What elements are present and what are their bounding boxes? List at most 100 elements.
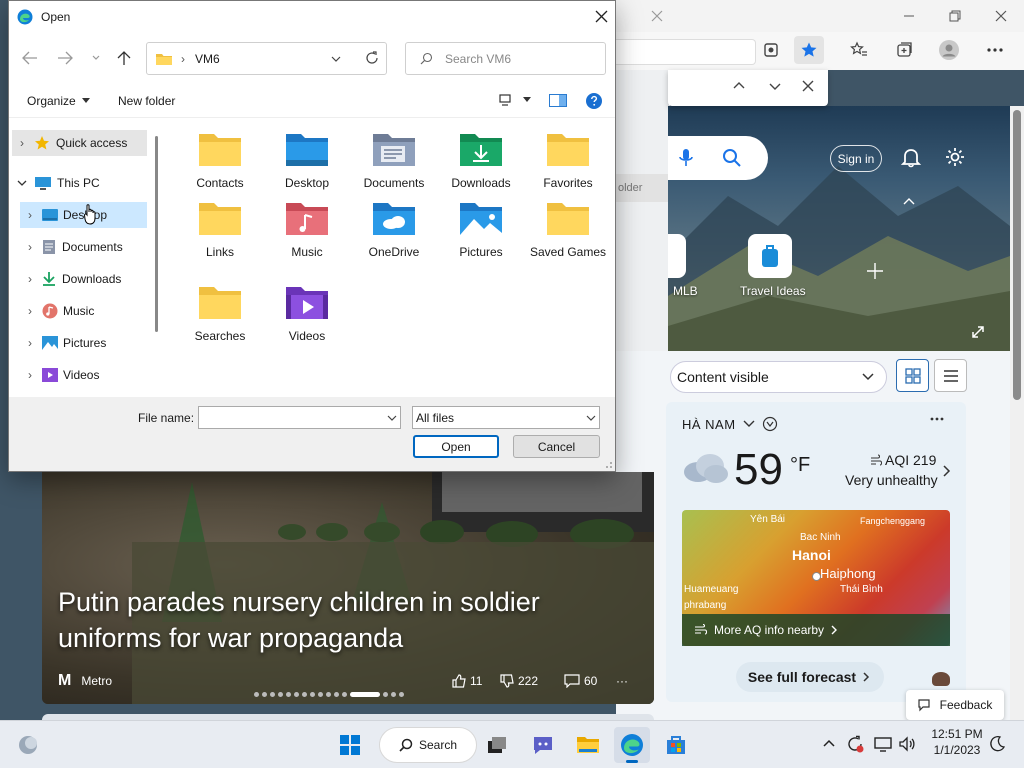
- restore-button[interactable]: [932, 0, 978, 32]
- address-dropdown-icon[interactable]: [331, 55, 341, 63]
- file-item-contacts[interactable]: Contacts: [181, 130, 259, 190]
- forward-arrow-icon[interactable]: [57, 51, 73, 65]
- extension-icon[interactable]: [756, 36, 786, 64]
- page-scrollbar-thumb[interactable]: [1013, 110, 1021, 400]
- file-name-input[interactable]: [198, 406, 401, 429]
- folder-search-input[interactable]: Search VM6: [405, 42, 606, 75]
- file-item-favorites[interactable]: Favorites: [529, 130, 607, 190]
- carousel-dot[interactable]: [262, 692, 267, 697]
- comments-button[interactable]: 60: [564, 674, 597, 688]
- search-icon[interactable]: [722, 148, 742, 168]
- dialog-close-icon[interactable]: [595, 10, 608, 23]
- carousel-dot[interactable]: [399, 692, 404, 697]
- task-view-icon[interactable]: [479, 727, 515, 763]
- network-sync-icon[interactable]: [846, 735, 864, 753]
- collapse-chevron-icon[interactable]: [15, 179, 29, 187]
- carousel-dot[interactable]: [270, 692, 275, 697]
- organize-button[interactable]: Organize: [27, 94, 90, 108]
- display-icon[interactable]: [874, 735, 892, 753]
- volume-icon[interactable]: [898, 735, 916, 753]
- notifications-bell-icon[interactable]: [900, 146, 922, 168]
- carousel-dot[interactable]: [326, 692, 331, 697]
- weather-more-icon[interactable]: [930, 416, 944, 422]
- file-item-searches[interactable]: Searches: [181, 283, 259, 343]
- browser-close-tab-icon[interactable]: [634, 0, 680, 32]
- file-item-downloads[interactable]: Downloads: [442, 130, 520, 190]
- carousel-dot[interactable]: [302, 692, 307, 697]
- carousel-dot[interactable]: [278, 692, 283, 697]
- file-item-videos[interactable]: Videos: [268, 283, 346, 343]
- minimize-button[interactable]: [886, 0, 932, 32]
- chevron-down-icon[interactable]: [387, 414, 397, 422]
- profile-avatar-icon[interactable]: [934, 36, 964, 64]
- address-bar-fragment[interactable]: [616, 39, 756, 65]
- file-item-desktop[interactable]: Desktop: [268, 130, 346, 190]
- favorite-star-icon[interactable]: [794, 36, 824, 64]
- news-card[interactable]: Putin parades nursery children in soldie…: [42, 472, 654, 704]
- more-options-icon[interactable]: [980, 36, 1010, 64]
- carousel-dot[interactable]: [391, 692, 396, 697]
- nav-item-quick-access[interactable]: › Quick access: [12, 130, 147, 156]
- cancel-button[interactable]: Cancel: [513, 435, 600, 458]
- more-aq-link[interactable]: More AQ info nearby: [682, 614, 950, 646]
- expand-chevron-icon[interactable]: ›: [23, 336, 37, 350]
- web-search-box[interactable]: [668, 136, 768, 180]
- show-hidden-icons-chevron[interactable]: [822, 738, 836, 748]
- collections-icon[interactable]: [890, 36, 920, 64]
- view-options-button[interactable]: [499, 94, 531, 106]
- temperature-unit[interactable]: °F: [790, 454, 810, 477]
- file-item-onedrive[interactable]: OneDrive: [355, 199, 433, 259]
- settings-gear-icon[interactable]: [944, 146, 966, 168]
- microsoft-store-icon[interactable]: [658, 727, 694, 763]
- nav-item-music[interactable]: › Music: [20, 298, 155, 324]
- file-item-saved-games[interactable]: Saved Games: [529, 199, 607, 259]
- favorites-icon[interactable]: [844, 36, 874, 64]
- chevron-down-icon[interactable]: [586, 414, 596, 422]
- file-item-pictures[interactable]: Pictures: [442, 199, 520, 259]
- up-arrow-icon[interactable]: [117, 50, 131, 66]
- expand-icon[interactable]: [970, 324, 986, 340]
- notification-moon-icon[interactable]: [988, 735, 1006, 753]
- start-button-windows-icon[interactable]: [332, 727, 368, 763]
- nav-item-videos[interactable]: › Videos: [20, 362, 155, 388]
- carousel-dot[interactable]: [383, 692, 388, 697]
- edge-browser-icon[interactable]: [614, 727, 650, 763]
- file-type-select[interactable]: All files: [412, 406, 600, 429]
- file-item-music[interactable]: Music: [268, 199, 346, 259]
- file-item-documents[interactable]: Documents: [355, 130, 433, 190]
- taskbar-search-button[interactable]: Search: [379, 727, 477, 763]
- find-previous-icon[interactable]: [732, 79, 746, 93]
- expand-chevron-icon[interactable]: ›: [23, 240, 37, 254]
- like-button[interactable]: 11: [452, 674, 482, 688]
- weather-location[interactable]: HÀ NAM: [682, 416, 778, 432]
- tile-mlb[interactable]: [668, 234, 686, 278]
- open-button[interactable]: Open: [413, 435, 499, 458]
- address-bar[interactable]: › VM6: [146, 42, 387, 75]
- back-arrow-icon[interactable]: [22, 51, 38, 65]
- new-folder-button[interactable]: New folder: [118, 94, 175, 108]
- chevron-right-icon[interactable]: [942, 464, 952, 478]
- file-item-links[interactable]: Links: [181, 199, 259, 259]
- nav-item-downloads[interactable]: › Downloads: [20, 266, 155, 292]
- taskbar-clock[interactable]: 12:51 PM 1/1/2023: [925, 726, 989, 762]
- content-visibility-dropdown[interactable]: Content visible: [670, 361, 887, 393]
- weather-widget-icon[interactable]: [10, 727, 46, 763]
- carousel-dots[interactable]: [254, 692, 404, 697]
- dislike-button[interactable]: 222: [500, 674, 538, 688]
- file-explorer-icon[interactable]: [570, 727, 606, 763]
- news-more-icon[interactable]: ···: [616, 674, 628, 688]
- preview-pane-icon[interactable]: [549, 94, 567, 107]
- teams-chat-icon[interactable]: [525, 727, 561, 763]
- nav-pane-scrollbar[interactable]: [155, 136, 158, 332]
- carousel-dot[interactable]: [286, 692, 291, 697]
- add-tile-plus-icon[interactable]: [866, 262, 884, 280]
- resize-grip-icon[interactable]: [603, 459, 613, 469]
- recent-locations-chevron-icon[interactable]: [91, 54, 101, 62]
- list-view-button[interactable]: [934, 359, 967, 392]
- grid-view-button[interactable]: [896, 359, 929, 392]
- see-full-forecast-button[interactable]: See full forecast: [736, 662, 884, 692]
- news-headline[interactable]: Putin parades nursery children in soldie…: [58, 584, 618, 656]
- microphone-icon[interactable]: [678, 148, 694, 168]
- expand-chevron-icon[interactable]: ›: [23, 304, 37, 318]
- carousel-dot[interactable]: [254, 692, 259, 697]
